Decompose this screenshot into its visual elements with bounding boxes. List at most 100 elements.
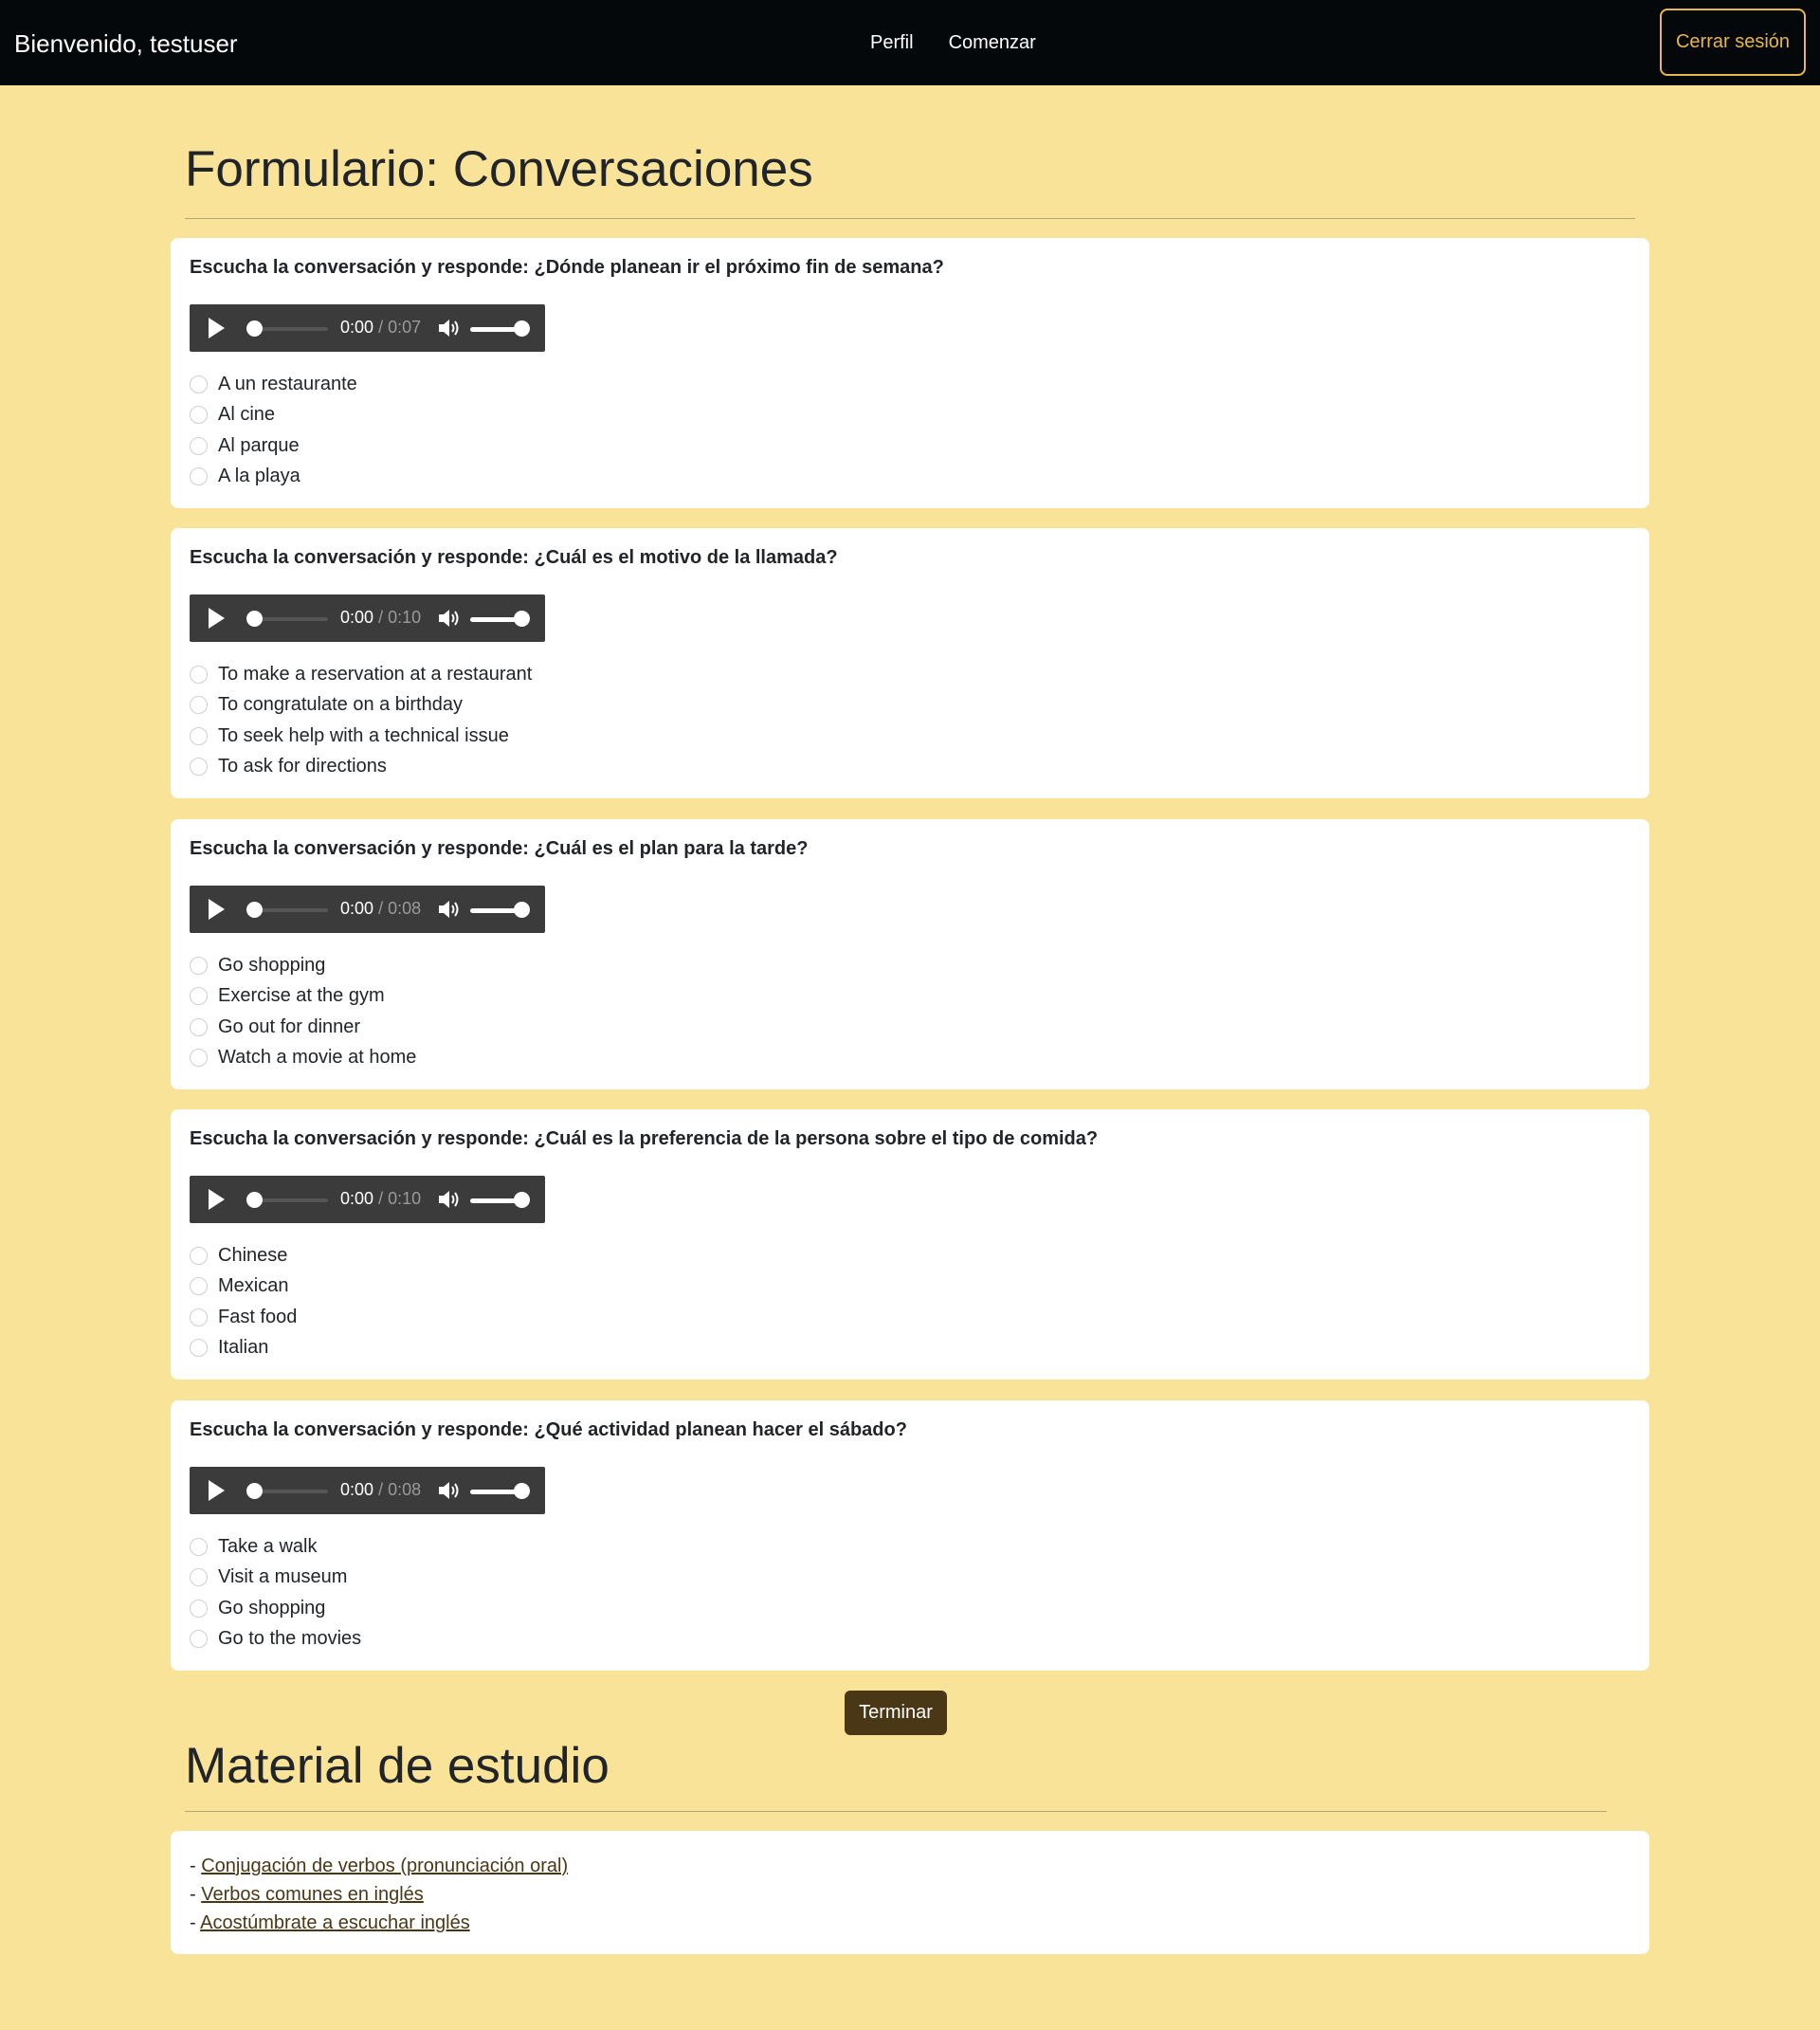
logout-button[interactable]: Cerrar sesión [1660,9,1806,76]
audio-player[interactable]: 0:00 / 0:10 [190,1176,545,1223]
radio-button[interactable] [190,1308,208,1326]
radio-button[interactable] [190,406,208,425]
progress-handle[interactable] [246,902,263,918]
radio-button[interactable] [190,1277,208,1296]
question-text: Escucha la conversación y responde: ¿Cuá… [190,1128,1099,1149]
option-label: A un restaurante [218,373,357,394]
radio-button[interactable] [190,665,208,684]
question-card: Escucha la conversación y responde: ¿Cuá… [171,528,1649,798]
answer-options: Go shopping Exercise at the gym Go out for… [190,950,416,1073]
play-icon[interactable] [209,608,225,629]
radio-button[interactable] [190,1246,208,1265]
progress-handle[interactable] [246,611,263,627]
answer-option[interactable]: Visit a museum [190,1563,361,1594]
current-time: 0:00 [340,608,374,627]
play-icon[interactable] [209,1189,225,1210]
nav-link-comenzar[interactable]: Comenzar [949,32,1036,54]
duration: / 0:10 [378,608,422,627]
option-label: Al parque [218,434,300,456]
answer-option[interactable]: Go out for dinner [190,1012,416,1043]
progress-handle[interactable] [246,1192,263,1208]
answer-option[interactable]: To ask for directions [190,752,532,783]
answer-option[interactable]: Chinese [190,1240,297,1271]
volume-handle[interactable] [514,1483,530,1499]
study-divider [185,1811,1607,1812]
radio-button[interactable] [190,375,208,393]
option-label: Go shopping [218,1597,326,1619]
progress-handle[interactable] [246,1483,263,1499]
answer-option[interactable]: Al parque [190,430,357,462]
answer-option[interactable]: Al cine [190,400,357,431]
link-prefix: - [190,1912,201,1933]
option-label: Take a walk [218,1535,318,1557]
answer-option[interactable]: To make a reservation at a restaurant [190,659,532,690]
option-label: Watch a movie at home [218,1047,417,1069]
study-link-common-verbs[interactable]: Verbos comunes en inglés [201,1884,424,1905]
study-link-listening[interactable]: Acostúmbrate a escuchar inglés [200,1912,470,1933]
answer-option[interactable]: Take a walk [190,1531,361,1563]
play-icon[interactable] [209,1480,225,1501]
question-card: Escucha la conversación y responde: ¿Qué… [171,1400,1649,1671]
option-label: Exercise at the gym [218,985,385,1007]
answer-option[interactable]: Exercise at the gym [190,981,416,1013]
finish-button[interactable]: Terminar [845,1691,947,1735]
answer-option[interactable]: To seek help with a technical issue [190,721,532,752]
question-text: Escucha la conversación y responde: ¿Cuá… [190,838,809,859]
option-label: Go to the movies [218,1628,362,1650]
volume-icon[interactable] [438,1189,461,1210]
duration: / 0:08 [378,899,422,918]
radio-button[interactable] [190,696,208,715]
study-link-verb-conjugation[interactable]: Conjugación de verbos (pronunciación ora… [201,1856,568,1876]
form-title: Formulario: Conversaciones [185,141,813,197]
current-time: 0:00 [340,1189,374,1208]
study-links: - Conjugación de verbos (pronunciación o… [190,1852,568,1937]
radio-button[interactable] [190,956,208,975]
volume-icon[interactable] [438,608,461,629]
answer-option[interactable]: Go shopping [190,1593,361,1624]
radio-button[interactable] [190,436,208,455]
volume-handle[interactable] [514,611,530,627]
option-label: Chinese [218,1244,288,1266]
radio-button[interactable] [190,1599,208,1618]
question-card: Escucha la conversación y responde: ¿Dón… [171,238,1649,508]
answer-option[interactable]: Mexican [190,1271,297,1303]
nav-link-perfil[interactable]: Perfil [870,32,914,54]
radio-button[interactable] [190,726,208,745]
radio-button[interactable] [190,1568,208,1587]
answer-option[interactable]: Fast food [190,1302,297,1333]
volume-icon[interactable] [438,318,461,338]
radio-button[interactable] [190,1537,208,1556]
answer-option[interactable]: Watch a movie at home [190,1043,416,1074]
progress-handle[interactable] [246,320,263,337]
audio-player[interactable]: 0:00 / 0:08 [190,886,545,933]
answer-options: To make a reservation at a restaurant To … [190,659,532,782]
volume-handle[interactable] [514,1192,530,1208]
radio-button[interactable] [190,758,208,777]
answer-option[interactable]: Go to the movies [190,1624,361,1655]
volume-handle[interactable] [514,320,530,337]
volume-handle[interactable] [514,902,530,918]
answer-option[interactable]: Go shopping [190,950,416,981]
radio-button[interactable] [190,1630,208,1649]
current-time: 0:00 [340,899,374,918]
radio-button[interactable] [190,1017,208,1036]
radio-button[interactable] [190,1339,208,1358]
play-icon[interactable] [209,899,225,920]
navbar: Bienvenido, testuser Perfil Comenzar Cer… [0,0,1820,85]
audio-player[interactable]: 0:00 / 0:10 [190,594,545,642]
answer-option[interactable]: To congratulate on a birthday [190,690,532,722]
radio-button[interactable] [190,467,208,486]
radio-button[interactable] [190,1049,208,1068]
answer-option[interactable]: A un restaurante [190,369,357,400]
play-icon[interactable] [209,318,225,338]
duration: / 0:10 [378,1189,422,1208]
answer-option[interactable]: A la playa [190,462,357,493]
audio-player[interactable]: 0:00 / 0:07 [190,304,545,352]
volume-icon[interactable] [438,1480,461,1501]
radio-button[interactable] [190,987,208,1006]
audio-player[interactable]: 0:00 / 0:08 [190,1467,545,1514]
answer-option[interactable]: Italian [190,1333,297,1364]
volume-icon[interactable] [438,899,461,920]
question-text: Escucha la conversación y responde: ¿Dón… [190,257,944,278]
study-link-row: - Acostúmbrate a escuchar inglés [190,1909,568,1937]
